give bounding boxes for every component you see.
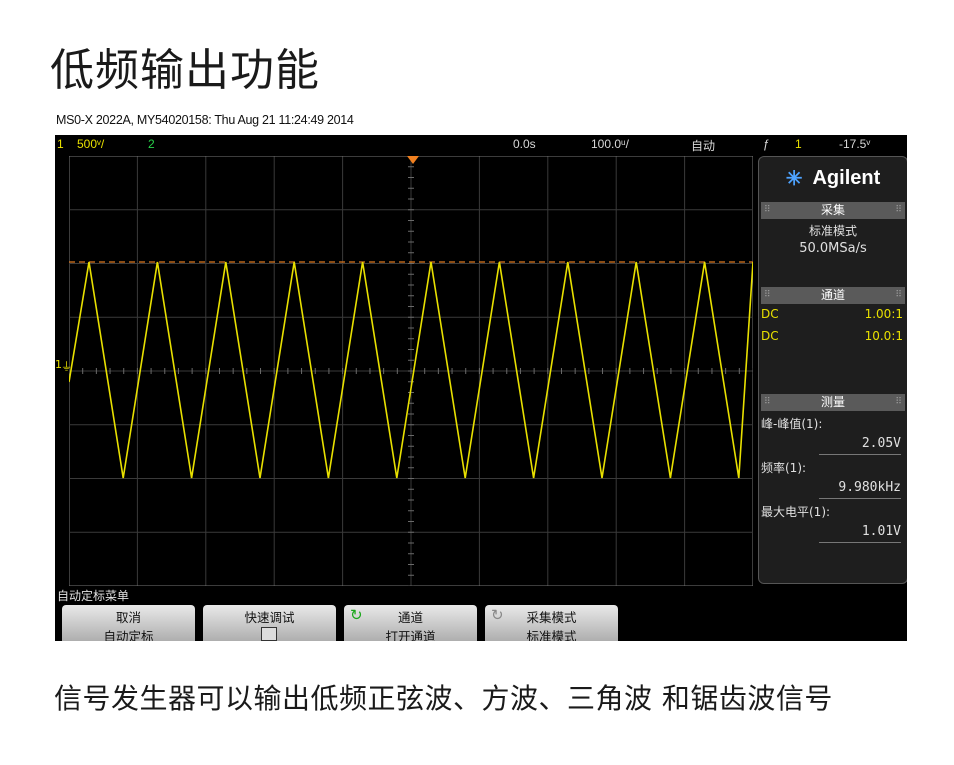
grip-icon: ⠿: [764, 397, 771, 407]
waveform-display: [68, 155, 754, 587]
oscilloscope-screen: 1 500ᵛ/ 2 0.0s 100.0ᵘ/ 自动 ƒ 1 -17.5ᵛ 1 ⏚…: [55, 135, 907, 641]
grip-icon: ⠿: [764, 290, 771, 300]
brand-logo: ✳ Agilent: [759, 157, 907, 199]
time-scale[interactable]: 100.0ᵘ/: [591, 137, 629, 151]
softkey-sublabel: 标准模式: [526, 629, 577, 641]
ch1-coupling: DC: [761, 307, 779, 321]
agilent-spark-icon: ✳: [785, 167, 803, 190]
ch1-scale[interactable]: 500ᵛ/: [77, 137, 104, 151]
channels-header-label: 通道: [820, 288, 845, 302]
time-offset[interactable]: 0.0s: [513, 137, 536, 151]
menu-title: 自动定标菜单: [57, 589, 130, 603]
measure-freq-value: 9.980kHz: [838, 480, 901, 495]
trigger-position-marker: [407, 156, 419, 164]
measure-header[interactable]: ⠿ 测量 ⠿: [761, 394, 905, 411]
softkey-label: 取消: [115, 610, 141, 625]
grip-icon: ⠿: [895, 205, 902, 215]
softkey-acquisition-mode[interactable]: ↻ 采集模式 标准模式: [485, 605, 618, 641]
ch2-probe-ratio: 10.0:1: [864, 329, 903, 343]
trigger-level[interactable]: -17.5ᵛ: [839, 137, 870, 151]
divider: [819, 454, 901, 455]
softkey-cancel-autoscale[interactable]: 取消 自动定标: [62, 605, 195, 641]
softkey-quick-debug[interactable]: 快速调试: [203, 605, 336, 641]
ch1-probe-ratio: 1.00:1: [864, 307, 903, 321]
waveform-graticule: [68, 155, 754, 587]
softkey-channels[interactable]: ↻ 通道 打开通道: [344, 605, 477, 641]
grip-icon: ⠿: [895, 397, 902, 407]
trigger-mode[interactable]: 自动: [691, 137, 715, 154]
scope-info-header: MS0-X 2022A, MY54020158: Thu Aug 21 11:2…: [56, 113, 354, 127]
caption: 信号发生器可以输出低频正弦波、方波、三角波 和锯齿波信号: [54, 682, 833, 715]
measure-header-label: 测量: [820, 395, 845, 409]
sample-rate: 50.0MSa/s: [799, 241, 867, 256]
ch2-number[interactable]: 2: [148, 137, 155, 151]
status-bar: 1 500ᵛ/ 2 0.0s 100.0ᵘ/ 自动 ƒ 1 -17.5ᵛ: [55, 135, 907, 154]
measure-pkpk-label: 峰-峰值(1):: [761, 417, 823, 431]
page-title: 低频输出功能: [50, 45, 320, 96]
divider: [819, 498, 901, 499]
trigger-edge-icon: ƒ: [763, 137, 770, 151]
softkey-sublabel: 自动定标: [103, 629, 154, 641]
grip-icon: ⠿: [764, 205, 771, 215]
softkey-sublabel: 打开通道: [385, 629, 436, 641]
divider: [819, 542, 901, 543]
ch2-coupling: DC: [761, 329, 779, 343]
acquisition-mode: 标准模式: [808, 224, 857, 238]
measure-pkpk-value: 2.05V: [861, 436, 901, 451]
checkbox-icon[interactable]: [261, 627, 277, 641]
measure-max-label: 最大电平(1):: [761, 505, 831, 519]
side-panel: ✳ Agilent ⠿ 采集 ⠿ 标准模式 50.0MSa/s ⠿ 通道 ⠿ DC…: [758, 156, 907, 584]
acquisition-header[interactable]: ⠿ 采集 ⠿: [761, 202, 905, 219]
channels-header[interactable]: ⠿ 通道 ⠿: [761, 287, 905, 304]
softkey-label: 快速调试: [244, 610, 295, 625]
trigger-channel[interactable]: 1: [795, 137, 802, 151]
softkey-label: 通道: [397, 610, 423, 625]
grip-icon: ⠿: [895, 290, 902, 300]
brand-name: Agilent: [812, 166, 881, 189]
acquisition-header-label: 采集: [820, 203, 845, 217]
ground-icon: ⏚: [61, 360, 72, 373]
measure-freq-label: 频率(1):: [761, 461, 807, 475]
softkey-label: 采集模式: [526, 610, 577, 625]
ch1-number[interactable]: 1: [57, 137, 64, 151]
measure-max-value: 1.01V: [861, 524, 901, 539]
